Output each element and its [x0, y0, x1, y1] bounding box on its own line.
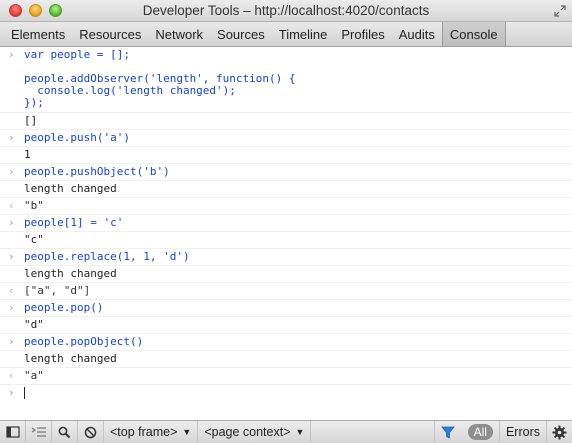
search-icon — [58, 426, 71, 438]
clear-console-icon — [84, 426, 97, 438]
console-result: ‹ "b" — [0, 198, 572, 215]
tab-elements[interactable]: Elements — [4, 22, 72, 46]
prompt-arrow-icon: › — [8, 216, 15, 229]
devtools-tab-bar: Elements Resources Network Sources Timel… — [0, 22, 572, 47]
console-line: people.push('a') — [24, 131, 130, 144]
console-command: › people.pop() — [0, 300, 572, 317]
filter-errors-toggle[interactable]: Errors — [498, 421, 546, 443]
result-arrow-icon: ‹ — [8, 369, 15, 382]
clear-console-button[interactable] — [78, 421, 104, 443]
console-message: "c" — [0, 232, 572, 249]
context-select-label: <page context> — [204, 425, 291, 439]
dock-icon — [5, 426, 20, 438]
console-command: › var people = []; people.addObserver('le… — [0, 47, 572, 113]
search-button[interactable] — [52, 421, 78, 443]
title-bar: Developer Tools – http://localhost:4020/… — [0, 0, 572, 22]
console-line: "d" — [24, 318, 44, 331]
tab-timeline[interactable]: Timeline — [272, 22, 335, 46]
filter-all-toggle[interactable]: All — [467, 424, 493, 440]
console-command: › people.push('a') — [0, 130, 572, 147]
console-panel[interactable]: › var people = []; people.addObserver('le… — [0, 47, 572, 420]
console-line: var people = []; — [24, 48, 130, 61]
console-line: length changed — [24, 267, 117, 280]
frame-select[interactable]: <top frame> ▼ — [104, 421, 199, 443]
console-command: › people.replace(1, 1, 'd') — [0, 249, 572, 266]
console-line: 1 — [24, 148, 31, 161]
console-result: ‹ "a" — [0, 368, 572, 385]
console-line: [] — [24, 114, 38, 127]
tab-sources[interactable]: Sources — [210, 22, 272, 46]
console-line: people.replace(1, 1, 'd') — [24, 250, 190, 263]
console-command: › people.pushObject('b') — [0, 164, 572, 181]
console-message: length changed — [0, 266, 572, 283]
console-message: "d" — [0, 317, 572, 334]
prompt-arrow-icon: › — [8, 301, 15, 314]
prompt-arrow-icon: › — [8, 386, 15, 399]
console-line: "b" — [24, 199, 44, 212]
prompt-arrow-icon: › — [8, 335, 15, 348]
console-result: ‹ ["a", "d"] — [0, 283, 572, 300]
console-line: length changed — [24, 352, 117, 365]
chevron-down-icon: ▼ — [295, 427, 305, 437]
prompt-arrow-icon: › — [8, 48, 15, 61]
window-title: Developer Tools – http://localhost:4020/… — [142, 3, 430, 18]
tab-audits[interactable]: Audits — [392, 22, 442, 46]
filter-icon — [441, 426, 455, 439]
console-message: 1 — [0, 147, 572, 164]
filter-button[interactable] — [433, 421, 462, 443]
prompt-arrow-icon: › — [8, 250, 15, 263]
execution-context-button[interactable] — [26, 421, 52, 443]
status-bar: <top frame> ▼ <page context> ▼ All Error… — [0, 420, 572, 443]
console-command: › people[1] = 'c' — [0, 215, 572, 232]
dock-button[interactable] — [0, 421, 26, 443]
console-line: people.pop() — [24, 301, 104, 314]
console-message: length changed — [0, 351, 572, 368]
gear-icon — [552, 425, 567, 439]
console-line: console.log('length changed'); — [24, 84, 236, 97]
console-line: people.popObject() — [24, 335, 144, 348]
chevron-down-icon: ▼ — [182, 427, 192, 437]
console-message: length changed — [0, 181, 572, 198]
tab-profiles[interactable]: Profiles — [334, 22, 391, 46]
tab-console[interactable]: Console — [441, 22, 506, 46]
text-caret — [24, 387, 25, 399]
settings-button[interactable] — [546, 421, 572, 443]
console-line: people.pushObject('b') — [24, 165, 170, 178]
multiline-icon — [31, 427, 46, 437]
console-line: "c" — [24, 233, 44, 246]
console-line: people[1] = 'c' — [24, 216, 124, 229]
console-message: [] — [0, 113, 572, 130]
console-command: › people.popObject() — [0, 334, 572, 351]
result-arrow-icon: ‹ — [8, 199, 15, 212]
fullscreen-icon[interactable] — [554, 5, 566, 17]
tab-network[interactable]: Network — [148, 22, 210, 46]
tab-resources[interactable]: Resources — [72, 22, 148, 46]
console-line: }); — [24, 96, 44, 109]
result-arrow-icon: ‹ — [8, 284, 15, 297]
frame-select-label: <top frame> — [110, 425, 178, 439]
console-line: length changed — [24, 182, 117, 195]
console-line: "a" — [24, 369, 44, 382]
prompt-arrow-icon: › — [8, 131, 15, 144]
console-line: ["a", "d"] — [24, 284, 91, 297]
prompt-arrow-icon: › — [8, 165, 15, 178]
console-prompt[interactable]: › — [0, 385, 572, 401]
context-select[interactable]: <page context> ▼ — [198, 421, 312, 443]
